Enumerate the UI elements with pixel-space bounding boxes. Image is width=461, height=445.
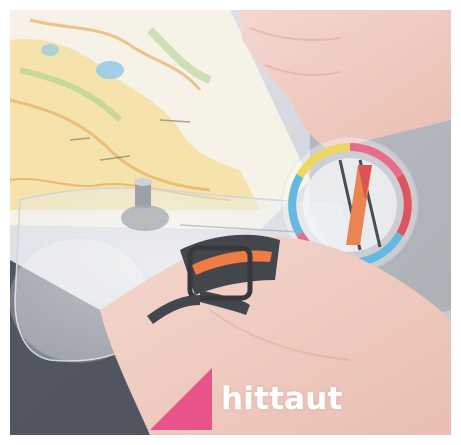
triangle-icon [150,368,212,430]
brand-wordmark: hittaut [221,381,343,417]
brand-logo: hittaut [150,368,390,430]
